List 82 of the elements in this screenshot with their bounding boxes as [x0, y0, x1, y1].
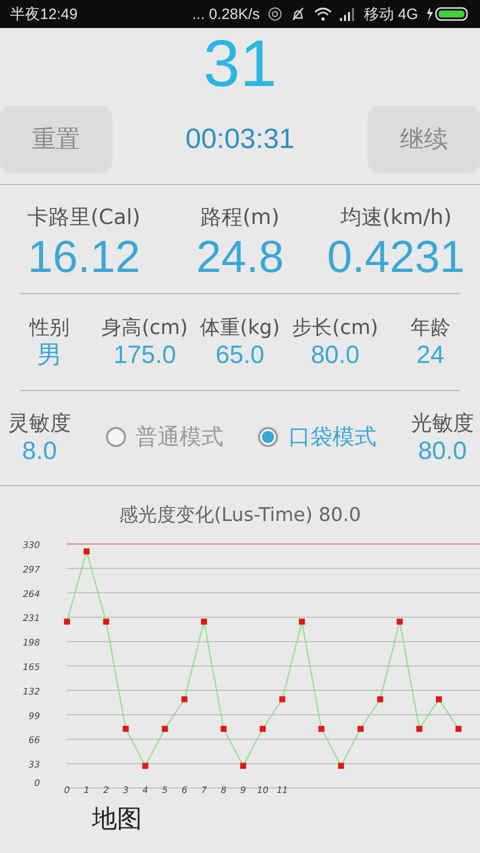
data-point — [436, 696, 442, 703]
data-point — [201, 618, 208, 625]
data-point — [455, 726, 462, 732]
radio-button[interactable] — [106, 426, 126, 447]
step-count: 31 — [203, 28, 277, 98]
x-tick-label: 8 — [220, 786, 226, 796]
y-tick-label: 330 — [22, 541, 40, 552]
alarm-off-icon — [290, 6, 306, 22]
stat-value: 0.4231 — [327, 231, 465, 283]
mode-label[interactable]: 口袋模式 — [288, 422, 376, 452]
profile-value: 175.0 — [114, 340, 176, 370]
signal-icon — [340, 7, 356, 21]
x-tick-label: 0 — [64, 786, 70, 796]
light-sensitivity-value: 80.0 — [418, 436, 467, 466]
network-speed: ... 0.28K/s — [192, 6, 260, 22]
y-tick-label: 33 — [28, 760, 40, 771]
y-tick-label: 132 — [22, 688, 40, 698]
data-point — [181, 696, 188, 703]
chart-title: 感光度变化(Lus-Time) 80.0 — [118, 503, 362, 528]
x-tick-label: 5 — [162, 786, 168, 796]
elapsed-timer: 00:03:31 — [186, 123, 294, 155]
data-point — [318, 726, 324, 732]
profile-value: 24 — [416, 340, 444, 370]
profile-value: 男 — [37, 340, 62, 370]
y-tick-label: 0 — [34, 779, 40, 790]
x-tick-label: 3 — [122, 786, 129, 796]
y-tick-label: 165 — [22, 663, 40, 674]
y-tick-label: 66 — [28, 736, 40, 746]
data-point — [84, 548, 90, 555]
wifi-icon — [314, 7, 332, 21]
data-point — [220, 726, 227, 732]
y-tick-label: 99 — [28, 712, 40, 722]
profile-label: 年龄 — [410, 314, 450, 341]
sensitivity-value: 8.0 — [22, 436, 57, 466]
y-tick-label: 231 — [22, 614, 40, 624]
data-point — [64, 618, 70, 625]
y-tick-label: 264 — [22, 590, 40, 600]
sensitivity-label: 灵敏度 — [8, 410, 71, 436]
data-point — [122, 726, 129, 732]
profile-label: 性别 — [30, 314, 70, 341]
profile-value: 80.0 — [310, 340, 360, 370]
x-tick-label: 10 — [257, 786, 268, 796]
data-point — [416, 726, 422, 732]
data-point — [338, 763, 344, 770]
data-point — [240, 763, 246, 770]
radio-button[interactable] — [258, 426, 278, 447]
data-point — [162, 726, 168, 732]
reset-button[interactable]: 重置 — [0, 106, 112, 172]
y-tick-label: 198 — [22, 638, 40, 649]
data-point — [142, 763, 148, 770]
stat-value: 24.8 — [196, 231, 284, 283]
profile-label: 体重(kg) — [200, 314, 280, 341]
x-tick-label: 6 — [182, 786, 188, 796]
data-point — [358, 726, 364, 732]
data-point — [377, 696, 384, 703]
profile-label: 步长(cm) — [292, 314, 378, 341]
profile-label: 身高(cm) — [102, 314, 188, 341]
target-icon — [268, 7, 282, 21]
data-point — [298, 618, 305, 625]
data-point — [279, 696, 286, 703]
resume-button[interactable]: 继续 — [368, 106, 480, 172]
y-tick-label: 297 — [22, 566, 40, 576]
x-tick-label: 7 — [201, 786, 207, 796]
mode-label[interactable]: 普通模式 — [136, 422, 224, 452]
stat-label: 均速(km/h) — [340, 204, 452, 231]
clock: 半夜12:49 — [10, 4, 78, 24]
x-tick-label: 2 — [103, 786, 110, 796]
stat-label: 卡路里(Cal) — [28, 204, 140, 231]
x-tick-label: 11 — [276, 786, 288, 796]
charging-battery-icon — [426, 6, 470, 22]
light-sensitivity-label: 光敏度 — [410, 410, 474, 436]
carrier-label: 移动 4G — [364, 4, 418, 24]
data-point — [260, 726, 266, 732]
x-tick-label: 1 — [84, 786, 90, 796]
x-tick-label: 9 — [240, 786, 246, 796]
data-point — [396, 618, 403, 625]
data-point — [103, 618, 110, 625]
x-tick-label: 4 — [142, 786, 148, 796]
stat-value: 16.12 — [28, 231, 140, 283]
profile-value: 65.0 — [216, 340, 264, 370]
map-label[interactable]: 地图 — [92, 802, 142, 836]
stat-label: 路程(m) — [200, 204, 280, 231]
